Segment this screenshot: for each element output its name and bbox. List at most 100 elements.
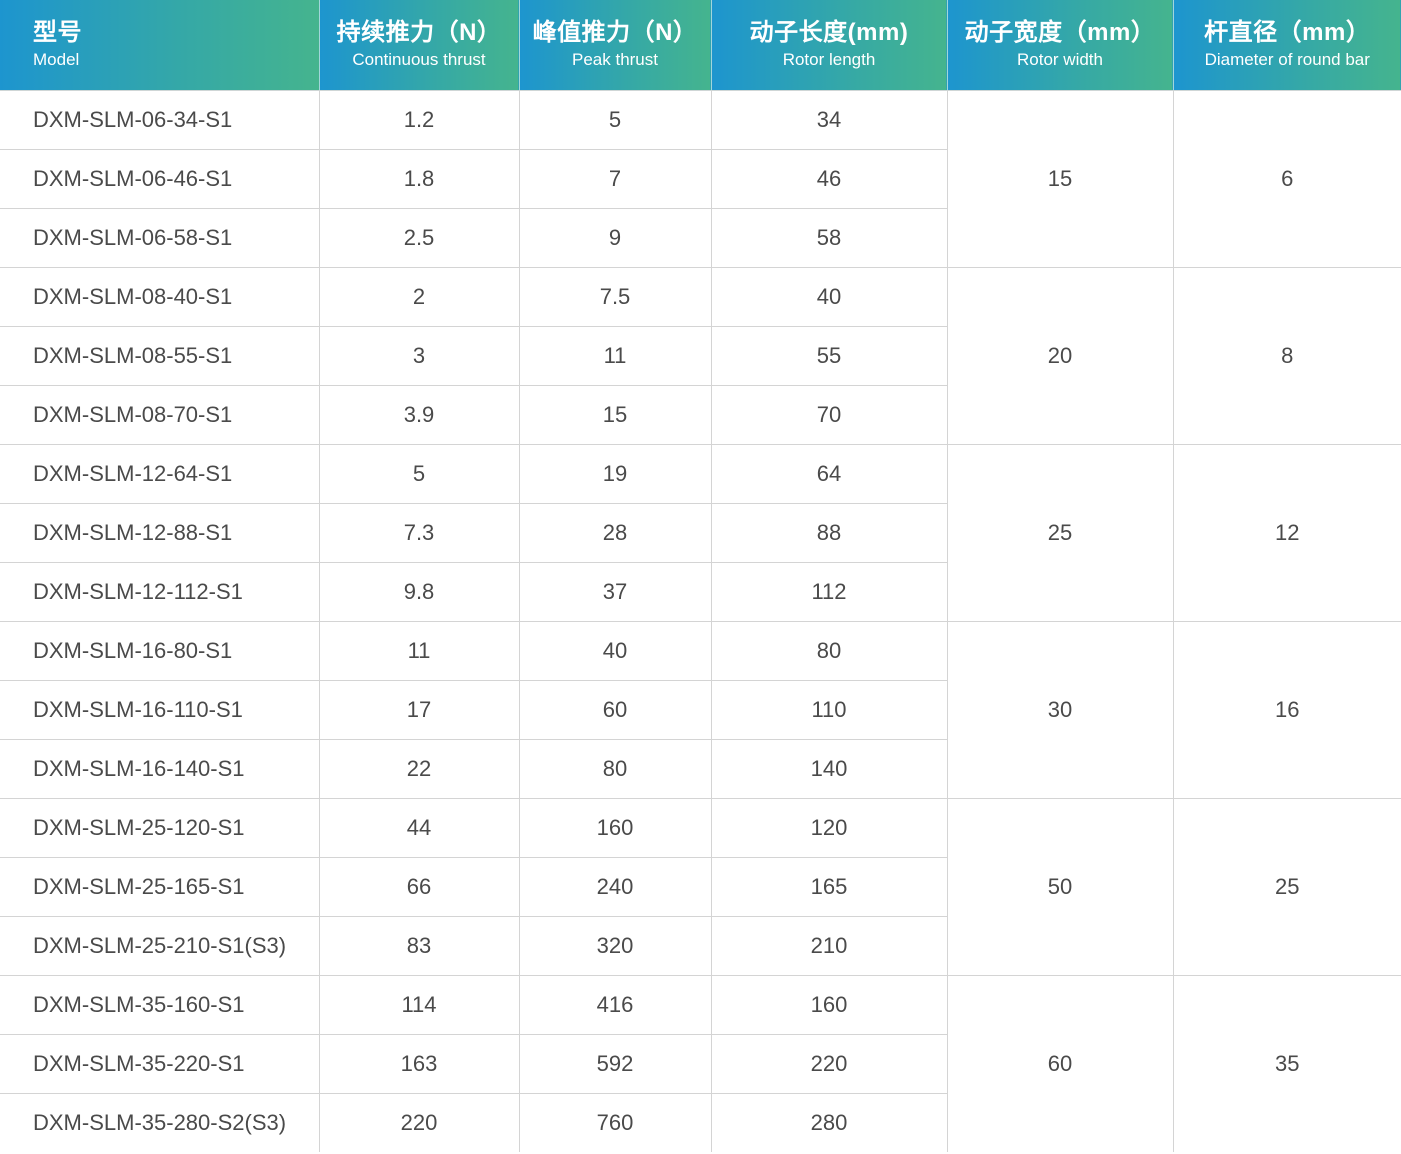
rotor-length-cell: 160	[710, 975, 947, 1035]
continuous-thrust-cell: 5	[318, 444, 519, 504]
peak-thrust-cell: 11	[518, 326, 711, 386]
table-row: DXM-SLM-06-34-S1 1.2 5 34 15 6	[0, 90, 1401, 268]
model-cell: DXM-SLM-16-110-S1	[0, 680, 319, 740]
peak-thrust-cell: 19	[518, 444, 711, 504]
header-continuous-thrust-zh: 持续推力（N）	[336, 19, 502, 46]
header-rotor-width-zh: 动子宽度（mm）	[964, 19, 1156, 46]
rotor-length-cell: 88	[710, 503, 947, 563]
peak-thrust-cell: 80	[518, 739, 711, 799]
model-cell: DXM-SLM-12-112-S1	[0, 562, 319, 622]
continuous-thrust-cell: 7.3	[318, 503, 519, 563]
model-cell: DXM-SLM-08-55-S1	[0, 326, 319, 386]
header-model: 型号 Model	[0, 0, 319, 91]
peak-thrust-cell: 9	[518, 208, 711, 268]
rotor-width-cell: 15	[946, 90, 1173, 268]
model-cell: DXM-SLM-06-46-S1	[0, 149, 319, 209]
peak-thrust-cell: 7	[518, 149, 711, 209]
header-peak-thrust-en: Peak thrust	[572, 50, 658, 69]
continuous-thrust-cell: 1.8	[318, 149, 519, 209]
peak-thrust-cell: 37	[518, 562, 711, 622]
model-cell: DXM-SLM-08-70-S1	[0, 385, 319, 445]
peak-thrust-cell: 760	[518, 1093, 711, 1152]
bar-diameter-cell: 25	[1172, 798, 1401, 976]
peak-thrust-cell: 592	[518, 1034, 711, 1094]
continuous-thrust-cell: 163	[318, 1034, 519, 1094]
peak-thrust-cell: 160	[518, 798, 711, 858]
header-model-en: Model	[33, 50, 80, 69]
model-cell: DXM-SLM-06-34-S1	[0, 90, 319, 150]
header-peak-thrust: 峰值推力（N） Peak thrust	[518, 0, 711, 91]
model-cell: DXM-SLM-06-58-S1	[0, 208, 319, 268]
rotor-width-cell: 30	[946, 621, 1173, 799]
peak-thrust-cell: 5	[518, 90, 711, 150]
continuous-thrust-cell: 220	[318, 1093, 519, 1152]
rotor-width-cell: 20	[946, 267, 1173, 445]
header-row: 型号 Model 持续推力（N） Continuous thrust 峰值推力（…	[0, 0, 1401, 91]
peak-thrust-cell: 320	[518, 916, 711, 976]
rotor-length-cell: 55	[710, 326, 947, 386]
bar-diameter-cell: 12	[1172, 444, 1401, 622]
header-bar-diameter: 杆直径（mm） Diameter of round bar	[1172, 0, 1401, 91]
rotor-length-cell: 165	[710, 857, 947, 917]
continuous-thrust-cell: 3.9	[318, 385, 519, 445]
continuous-thrust-cell: 2.5	[318, 208, 519, 268]
peak-thrust-cell: 240	[518, 857, 711, 917]
table-row: DXM-SLM-35-160-S1 114 416 160 60 35	[0, 975, 1401, 1152]
rotor-length-cell: 64	[710, 444, 947, 504]
header-rotor-length-en: Rotor length	[782, 50, 876, 69]
header-bar-diameter-en: Diameter of round bar	[1204, 50, 1370, 69]
header-rotor-length-zh: 动子长度(mm)	[749, 19, 909, 46]
header-rotor-width-en: Rotor width	[1017, 50, 1103, 69]
rotor-length-cell: 112	[710, 562, 947, 622]
peak-thrust-cell: 7.5	[518, 267, 711, 327]
model-cell: DXM-SLM-35-160-S1	[0, 975, 319, 1035]
bar-diameter-cell: 8	[1172, 267, 1401, 445]
model-cell: DXM-SLM-25-210-S1(S3)	[0, 916, 319, 976]
rotor-width-cell: 25	[946, 444, 1173, 622]
model-cell: DXM-SLM-35-220-S1	[0, 1034, 319, 1094]
spec-table: 型号 Model 持续推力（N） Continuous thrust 峰值推力（…	[0, 0, 1401, 1152]
table-row: DXM-SLM-16-80-S1 11 40 80 30 16	[0, 621, 1401, 799]
bar-diameter-cell: 35	[1172, 975, 1401, 1152]
continuous-thrust-cell: 17	[318, 680, 519, 740]
rotor-length-cell: 40	[710, 267, 947, 327]
header-rotor-length: 动子长度(mm) Rotor length	[710, 0, 947, 91]
continuous-thrust-cell: 3	[318, 326, 519, 386]
rotor-length-cell: 70	[710, 385, 947, 445]
header-bar-diameter-zh: 杆直径（mm）	[1204, 19, 1371, 46]
bar-diameter-cell: 6	[1172, 90, 1401, 268]
peak-thrust-cell: 416	[518, 975, 711, 1035]
peak-thrust-cell: 40	[518, 621, 711, 681]
model-cell: DXM-SLM-25-165-S1	[0, 857, 319, 917]
model-cell: DXM-SLM-25-120-S1	[0, 798, 319, 858]
rotor-length-cell: 110	[710, 680, 947, 740]
continuous-thrust-cell: 11	[318, 621, 519, 681]
table-body: DXM-SLM-06-34-S1 1.2 5 34 15 6 DXM-SLM-0…	[0, 90, 1401, 1152]
rotor-length-cell: 46	[710, 149, 947, 209]
bar-diameter-cell: 16	[1172, 621, 1401, 799]
rotor-length-cell: 210	[710, 916, 947, 976]
rotor-length-cell: 220	[710, 1034, 947, 1094]
model-cell: DXM-SLM-12-64-S1	[0, 444, 319, 504]
rotor-length-cell: 120	[710, 798, 947, 858]
table-row: DXM-SLM-12-64-S1 5 19 64 25 12	[0, 444, 1401, 622]
header-rotor-width: 动子宽度（mm） Rotor width	[946, 0, 1173, 91]
peak-thrust-cell: 60	[518, 680, 711, 740]
rotor-length-cell: 34	[710, 90, 947, 150]
header-peak-thrust-zh: 峰值推力（N）	[532, 19, 698, 46]
table-header: 型号 Model 持续推力（N） Continuous thrust 峰值推力（…	[0, 0, 1401, 91]
continuous-thrust-cell: 22	[318, 739, 519, 799]
continuous-thrust-cell: 44	[318, 798, 519, 858]
continuous-thrust-cell: 9.8	[318, 562, 519, 622]
rotor-width-cell: 60	[946, 975, 1173, 1152]
continuous-thrust-cell: 114	[318, 975, 519, 1035]
header-continuous-thrust-en: Continuous thrust	[352, 50, 486, 69]
continuous-thrust-cell: 2	[318, 267, 519, 327]
rotor-length-cell: 280	[710, 1093, 947, 1152]
continuous-thrust-cell: 66	[318, 857, 519, 917]
rotor-length-cell: 58	[710, 208, 947, 268]
model-cell: DXM-SLM-16-140-S1	[0, 739, 319, 799]
peak-thrust-cell: 28	[518, 503, 711, 563]
model-cell: DXM-SLM-16-80-S1	[0, 621, 319, 681]
header-model-zh: 型号	[33, 19, 82, 46]
